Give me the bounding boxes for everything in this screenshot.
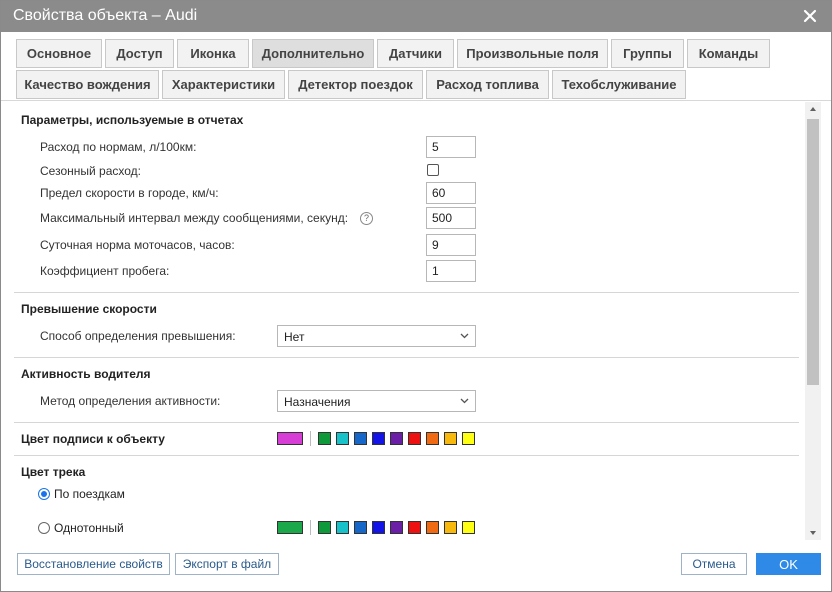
tab-driving-quality[interactable]: Качество вождения (16, 70, 159, 99)
radio-mono[interactable] (38, 522, 50, 534)
radio-mono-label[interactable]: Однотонный (54, 521, 124, 535)
tab-icon[interactable]: Иконка (177, 39, 249, 68)
close-icon[interactable] (801, 7, 819, 25)
seasonal-label: Сезонный расход: (40, 164, 141, 178)
tab-groups[interactable]: Группы (611, 39, 684, 68)
dialog-footer: Восстановление свойств Экспорт в файл От… (1, 541, 831, 591)
tab-access[interactable]: Доступ (105, 39, 174, 68)
ok-button[interactable]: OK (756, 553, 821, 575)
divider (14, 455, 799, 456)
section-title-driver-activity: Активность водителя (21, 367, 151, 381)
engine-hours-label: Суточная норма моточасов, часов: (40, 238, 235, 252)
export-file-button[interactable]: Экспорт в файл (175, 553, 279, 575)
fuel-norm-input[interactable] (426, 136, 476, 158)
label-color-selected-swatch[interactable] (277, 432, 303, 445)
color-swatch[interactable] (372, 521, 385, 534)
swatch-separator (310, 431, 311, 446)
color-swatch[interactable] (390, 521, 403, 534)
color-swatch[interactable] (318, 521, 331, 534)
city-speed-input[interactable] (426, 182, 476, 204)
color-swatch[interactable] (462, 432, 475, 445)
restore-properties-button[interactable]: Восстановление свойств (17, 553, 170, 575)
speeding-method-label: Способ определения превышения: (40, 329, 236, 343)
scrollbar-thumb[interactable] (807, 119, 819, 385)
radio-by-trips[interactable] (38, 488, 50, 500)
mileage-coef-input[interactable] (426, 260, 476, 282)
color-swatch[interactable] (408, 521, 421, 534)
cancel-button[interactable]: Отмена (681, 553, 747, 575)
color-swatch[interactable] (336, 521, 349, 534)
title-bar: Свойства объекта – Audi (1, 1, 831, 32)
mileage-coef-label: Коэффициент пробега: (40, 264, 170, 278)
divider (14, 422, 799, 423)
engine-hours-input[interactable] (426, 234, 476, 256)
track-color-selected-swatch[interactable] (277, 521, 303, 534)
radio-by-trips-label[interactable]: По поездкам (54, 487, 125, 501)
color-swatch[interactable] (390, 432, 403, 445)
speeding-method-value: Нет (284, 330, 305, 344)
tab-fuel-consumption[interactable]: Расход топлива (426, 70, 549, 99)
divider (14, 292, 799, 293)
color-swatch[interactable] (372, 432, 385, 445)
chevron-down-icon (460, 333, 469, 339)
max-interval-label: Максимальный интервал между сообщениями,… (40, 211, 349, 225)
activity-method-label: Метод определения активности: (40, 394, 221, 408)
color-swatch[interactable] (444, 521, 457, 534)
color-swatch[interactable] (336, 432, 349, 445)
activity-method-select[interactable]: Назначения (277, 390, 476, 412)
section-title-label-color: Цвет подписи к объекту (21, 432, 165, 446)
section-title-speeding: Превышение скорости (21, 302, 157, 316)
color-swatch[interactable] (354, 432, 367, 445)
color-swatch[interactable] (426, 432, 439, 445)
color-swatch[interactable] (444, 432, 457, 445)
tab-maintenance[interactable]: Техобслуживание (552, 70, 686, 99)
help-icon[interactable]: ? (360, 212, 373, 225)
tab-characteristics[interactable]: Характеристики (162, 70, 285, 99)
tab-trip-detector[interactable]: Детектор поездок (288, 70, 423, 99)
swatch-separator (310, 520, 311, 535)
tab-sensors[interactable]: Датчики (377, 39, 454, 68)
color-swatch[interactable] (426, 521, 439, 534)
seasonal-checkbox[interactable] (427, 164, 439, 176)
fuel-norm-label: Расход по нормам, л/100км: (40, 140, 197, 154)
tab-additional[interactable]: Дополнительно (252, 39, 374, 68)
color-swatch[interactable] (462, 521, 475, 534)
properties-panel: Параметры, используемые в отчетах Расход… (14, 102, 820, 540)
scroll-down-arrow-icon[interactable] (806, 528, 820, 538)
tab-main[interactable]: Основное (16, 39, 102, 68)
activity-method-value: Назначения (284, 395, 351, 409)
dialog-title: Свойства объекта – Audi (13, 7, 198, 24)
speeding-method-select[interactable]: Нет (277, 325, 476, 347)
color-swatch[interactable] (354, 521, 367, 534)
scroll-up-arrow-icon[interactable] (806, 104, 820, 114)
color-swatch[interactable] (318, 432, 331, 445)
tab-custom-fields[interactable]: Произвольные поля (457, 39, 608, 68)
object-properties-dialog: Свойства объекта – Audi Основное Доступ … (0, 0, 832, 592)
section-title-track-color: Цвет трека (21, 465, 86, 479)
color-swatch[interactable] (408, 432, 421, 445)
divider (14, 357, 799, 358)
tab-bar: Основное Доступ Иконка Дополнительно Дат… (1, 32, 831, 101)
chevron-down-icon (460, 398, 469, 404)
max-interval-input[interactable] (426, 207, 476, 229)
city-speed-label: Предел скорости в городе, км/ч: (40, 186, 219, 200)
tab-commands[interactable]: Команды (687, 39, 770, 68)
section-title-report-params: Параметры, используемые в отчетах (21, 113, 244, 127)
